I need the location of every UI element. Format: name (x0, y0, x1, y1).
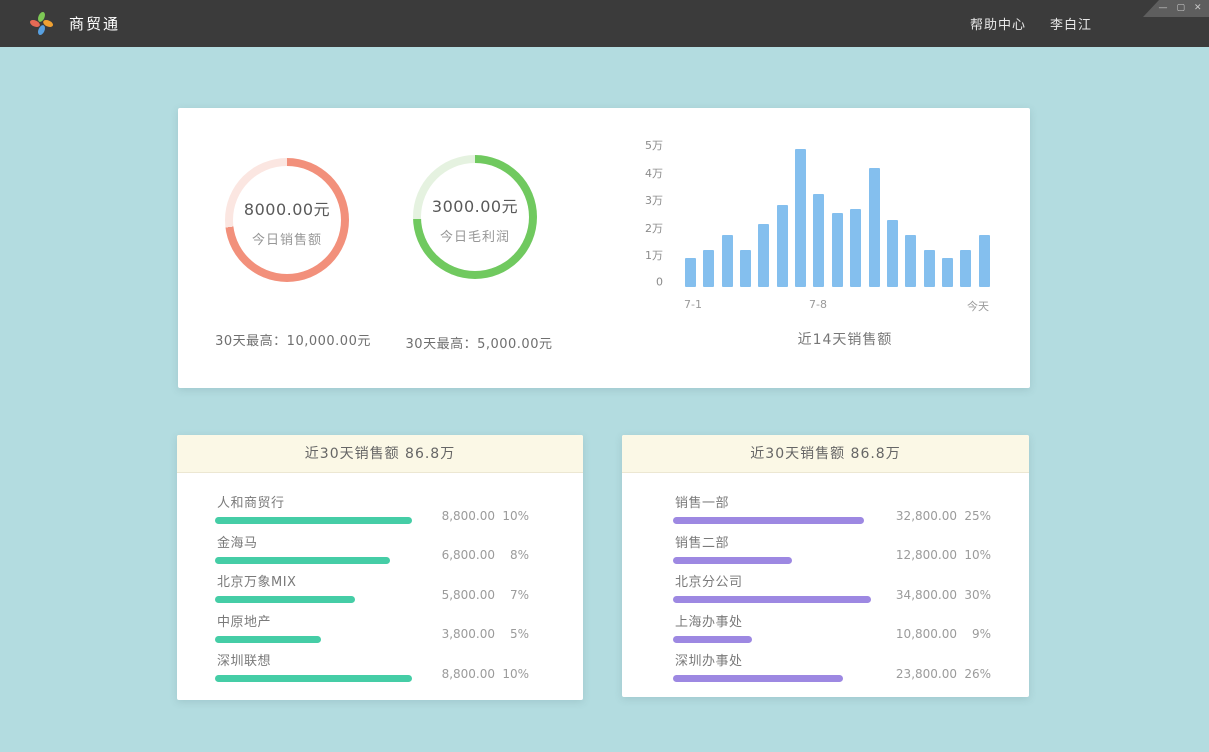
chart-bar (813, 194, 824, 287)
row-progress-bar (215, 636, 321, 643)
y-tick: 3万 (621, 192, 663, 208)
sales-list-row: 上海办事处 10,800.00 9% (673, 609, 991, 649)
chart-bar (942, 258, 953, 287)
row-percent: 30% (957, 588, 991, 602)
customers-list: 人和商贸行 8,800.00 10% 金海马 6,800.00 8% 北京万象M… (177, 473, 583, 688)
y-tick: 4万 (621, 165, 663, 181)
x-tick: 7-1 (684, 298, 702, 311)
today-sales-label: 今日销售额 (252, 229, 322, 248)
chart-bar (887, 220, 898, 287)
row-amount: 8,800.00 (423, 667, 495, 681)
sales-list-row: 深圳办事处 23,800.00 26% (673, 648, 991, 688)
row-percent: 25% (957, 509, 991, 523)
bar-chart-title: 近14天销售额 (798, 329, 893, 349)
chart-bar (905, 235, 916, 287)
row-progress-bar (673, 636, 752, 643)
today-sales-value: 8000.00元 (244, 196, 330, 220)
row-amount: 34,800.00 (885, 588, 957, 602)
sales-list-row: 销售一部 32,800.00 25% (673, 490, 991, 530)
chart-bar (869, 168, 880, 287)
chart-bar (777, 205, 788, 287)
departments-sales-card: 近30天销售额 86.8万 销售一部 32,800.00 25% 销售二部 12… (622, 435, 1029, 697)
sales-bar-chart (685, 148, 993, 287)
y-tick: 0 (621, 276, 663, 289)
row-progress-bar (673, 557, 792, 564)
customers-card-title: 近30天销售额 86.8万 (177, 435, 583, 473)
help-center-link[interactable]: 帮助中心 (970, 14, 1026, 33)
today-profit-label: 今日毛利润 (440, 226, 510, 245)
customers-sales-card: 近30天销售额 86.8万 人和商贸行 8,800.00 10% 金海马 6,8… (177, 435, 583, 700)
row-amount: 23,800.00 (885, 667, 957, 681)
row-amount: 8,800.00 (423, 509, 495, 523)
chart-bar (722, 235, 733, 287)
chart-bar (832, 213, 843, 287)
row-progress-bar (215, 675, 412, 682)
maximize-icon[interactable]: ▢ (1176, 4, 1185, 13)
app-title: 商贸通 (69, 13, 120, 34)
chart-bar (685, 258, 696, 287)
row-progress-bar (673, 675, 843, 682)
row-progress-bar (215, 557, 390, 564)
row-percent: 10% (495, 509, 529, 523)
chart-bar (979, 235, 990, 287)
minimize-icon[interactable]: — (1158, 4, 1167, 13)
row-percent: 8% (495, 548, 529, 562)
chart-bar (703, 250, 714, 287)
today-sales-donut: 8000.00元 今日销售额 (225, 158, 349, 282)
row-amount: 12,800.00 (885, 548, 957, 562)
user-menu[interactable]: 李白江 (1050, 14, 1092, 33)
row-percent: 10% (957, 548, 991, 562)
row-amount: 32,800.00 (885, 509, 957, 523)
chart-bar (960, 250, 971, 287)
today-profit-donut: 3000.00元 今日毛利润 (413, 155, 537, 279)
sales-list-row: 人和商贸行 8,800.00 10% (215, 490, 529, 530)
y-tick: 5万 (621, 137, 663, 153)
x-tick: 7-8 (809, 298, 827, 311)
sales-list-row: 北京分公司 34,800.00 30% (673, 569, 991, 609)
row-amount: 10,800.00 (885, 627, 957, 641)
row-progress-bar (215, 517, 412, 524)
y-tick: 2万 (621, 220, 663, 236)
sales-list-row: 中原地产 3,800.00 5% (215, 609, 529, 649)
row-progress-bar (673, 517, 864, 524)
row-amount: 6,800.00 (423, 548, 495, 562)
chart-bar (795, 149, 806, 287)
chart-bar (740, 250, 751, 287)
chart-bar (924, 250, 935, 287)
sales-list-row: 销售二部 12,800.00 10% (673, 530, 991, 570)
row-percent: 26% (957, 667, 991, 681)
close-icon[interactable]: ✕ (1194, 4, 1202, 13)
sales-list-row: 北京万象MIX 5,800.00 7% (215, 569, 529, 609)
chart-bar (758, 224, 769, 287)
profit-30d-max: 30天最高：5,000.00元 (364, 333, 594, 352)
app-header: 商贸通 帮助中心 李白江 (0, 0, 1209, 47)
row-percent: 9% (957, 627, 991, 641)
row-percent: 7% (495, 588, 529, 602)
row-amount: 3,800.00 (423, 627, 495, 641)
y-tick: 1万 (621, 247, 663, 263)
row-percent: 10% (495, 667, 529, 681)
row-progress-bar (673, 596, 871, 603)
departments-list: 销售一部 32,800.00 25% 销售二部 12,800.00 10% 北京… (622, 473, 1029, 688)
row-amount: 5,800.00 (423, 588, 495, 602)
overview-card: 8000.00元 今日销售额 30天最高：10,000.00元 3000.00元… (178, 108, 1030, 388)
pinwheel-logo-icon (28, 10, 55, 37)
x-tick: 今天 (967, 298, 989, 314)
departments-card-title: 近30天销售额 86.8万 (622, 435, 1029, 473)
today-profit-value: 3000.00元 (432, 193, 518, 217)
row-percent: 5% (495, 627, 529, 641)
sales-list-row: 深圳联想 8,800.00 10% (215, 648, 529, 688)
chart-bar (850, 209, 861, 287)
sales-list-row: 金海马 6,800.00 8% (215, 530, 529, 570)
row-progress-bar (215, 596, 355, 603)
